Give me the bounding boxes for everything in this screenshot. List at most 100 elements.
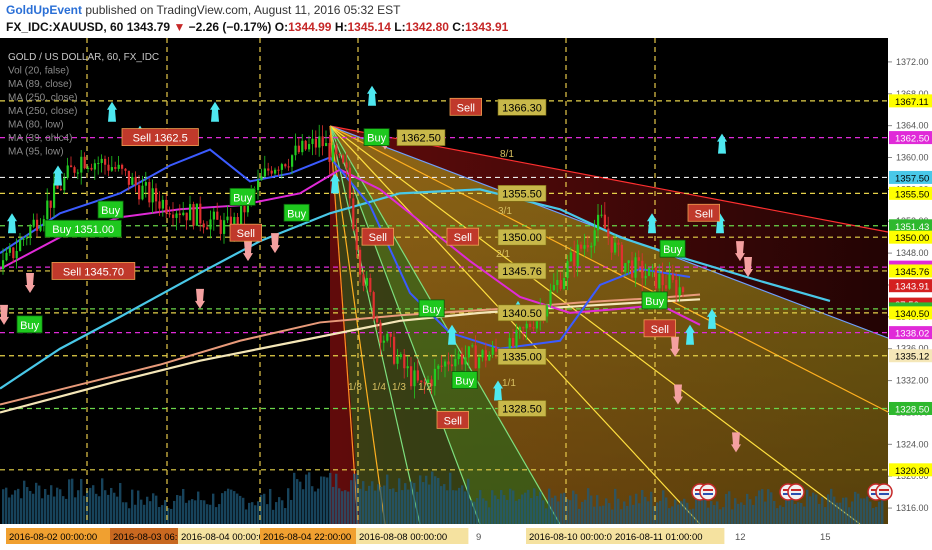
candle-body bbox=[590, 245, 593, 248]
candle-body bbox=[654, 267, 657, 289]
volume-bar bbox=[608, 503, 611, 524]
y-tick-label: 1316.00 bbox=[896, 503, 929, 513]
candle-body bbox=[406, 366, 409, 369]
volume-bar bbox=[563, 492, 566, 524]
time-label: 2016-08-11 01:00:00 bbox=[615, 532, 703, 543]
y-tick-label: 1360.00 bbox=[896, 153, 929, 163]
candle-body bbox=[175, 213, 178, 218]
volume-bar bbox=[326, 477, 329, 524]
candle-body bbox=[131, 176, 134, 185]
candle-body bbox=[573, 252, 576, 267]
candle-body bbox=[461, 353, 464, 365]
volume-bar bbox=[527, 489, 530, 524]
candle-body bbox=[600, 214, 603, 216]
volume-bar bbox=[683, 498, 686, 524]
volume-bar bbox=[770, 492, 773, 524]
volume-bar bbox=[437, 477, 440, 524]
volume-bar bbox=[479, 490, 482, 524]
volume-bar bbox=[845, 497, 848, 524]
candle-body bbox=[155, 188, 158, 202]
candle-body bbox=[144, 182, 147, 186]
volume-bar bbox=[44, 489, 47, 524]
volume-bar bbox=[53, 496, 56, 524]
volume-bar bbox=[575, 494, 578, 524]
candle-body bbox=[413, 370, 416, 387]
candle-body bbox=[63, 177, 66, 191]
volume-bar bbox=[521, 494, 524, 524]
candle-body bbox=[49, 200, 52, 208]
price-tag-label: 1355.50 bbox=[895, 189, 929, 200]
volume-bar bbox=[665, 497, 668, 524]
time-label: 2016-08-03 06:00 bbox=[113, 532, 188, 543]
candle-body bbox=[348, 167, 351, 199]
buy-signal-text: Buy bbox=[233, 192, 252, 204]
volume-bar bbox=[83, 495, 86, 524]
volume-bar bbox=[329, 472, 332, 524]
open-label: O: bbox=[274, 20, 289, 34]
volume-bar bbox=[362, 481, 365, 524]
candle-body bbox=[199, 203, 202, 224]
publisher-name[interactable]: GoldUpEvent bbox=[6, 3, 82, 17]
candle-body bbox=[22, 238, 25, 240]
volume-bar bbox=[35, 482, 38, 524]
volume-bar bbox=[89, 487, 92, 524]
volume-bar bbox=[395, 491, 398, 524]
candle-body bbox=[457, 353, 460, 359]
volume-bar bbox=[725, 493, 728, 524]
volume-bar bbox=[530, 498, 533, 524]
candle-body bbox=[661, 273, 664, 286]
volume-bar bbox=[719, 509, 722, 524]
candle-body bbox=[90, 167, 93, 170]
level-box-label: 1335.00 bbox=[502, 352, 542, 364]
volume-bar bbox=[755, 496, 758, 524]
volume-bar bbox=[224, 491, 227, 524]
candle-body bbox=[141, 185, 144, 200]
volume-bar bbox=[560, 493, 563, 524]
volume-bar bbox=[182, 488, 185, 524]
candle-body bbox=[546, 305, 549, 317]
volume-bar bbox=[833, 496, 836, 524]
volume-bar bbox=[203, 500, 206, 524]
volume-bar bbox=[116, 496, 119, 524]
candle-body bbox=[219, 219, 222, 234]
volume-bar bbox=[635, 493, 638, 524]
volume-bar bbox=[728, 491, 731, 524]
volume-bar bbox=[686, 502, 689, 524]
sell-signal-text: Sell bbox=[237, 228, 255, 240]
buy-signal-text: Buy bbox=[645, 296, 664, 308]
volume-bar bbox=[95, 493, 98, 524]
candle-body bbox=[223, 220, 226, 234]
down-arrow-icon: ▼ bbox=[173, 20, 186, 34]
fan-ratio-label: 3/1 bbox=[498, 206, 512, 217]
candle-body bbox=[189, 204, 192, 221]
volume-bar bbox=[386, 474, 389, 524]
price-tag-label: 1362.50 bbox=[895, 134, 929, 145]
volume-bar bbox=[626, 505, 629, 524]
volume-bar bbox=[818, 503, 821, 524]
volume-bar bbox=[671, 506, 674, 524]
candle-body bbox=[678, 287, 681, 296]
candle-body bbox=[151, 188, 154, 203]
volume-bar bbox=[98, 496, 101, 524]
volume-bar bbox=[590, 495, 593, 524]
volume-bar bbox=[869, 501, 872, 524]
candle-body bbox=[280, 164, 283, 170]
volume-bar bbox=[185, 502, 188, 524]
volume-bar bbox=[617, 498, 620, 524]
time-label: 2016-08-10 00:00:00 bbox=[529, 532, 617, 543]
volume-bar bbox=[443, 484, 446, 524]
sell-signal-text: Sell bbox=[695, 208, 713, 220]
candle-body bbox=[610, 236, 613, 253]
price-chart[interactable]: 1366.30 1362.50 1355.50 1350.00 1345.76 1340.… bbox=[0, 38, 932, 550]
volume-bar bbox=[332, 486, 335, 524]
candle-body bbox=[178, 213, 181, 216]
candle-body bbox=[297, 145, 300, 153]
candle-body bbox=[53, 183, 56, 208]
volume-bar bbox=[578, 508, 581, 524]
volume-bar bbox=[644, 496, 647, 524]
candle-body bbox=[70, 165, 73, 168]
volume-bar bbox=[161, 505, 164, 524]
candle-body bbox=[328, 143, 331, 162]
sell-signal-text: Sell 1362.5 bbox=[133, 133, 188, 145]
time-label: 2016-08-08 00:00:00 bbox=[359, 532, 447, 543]
